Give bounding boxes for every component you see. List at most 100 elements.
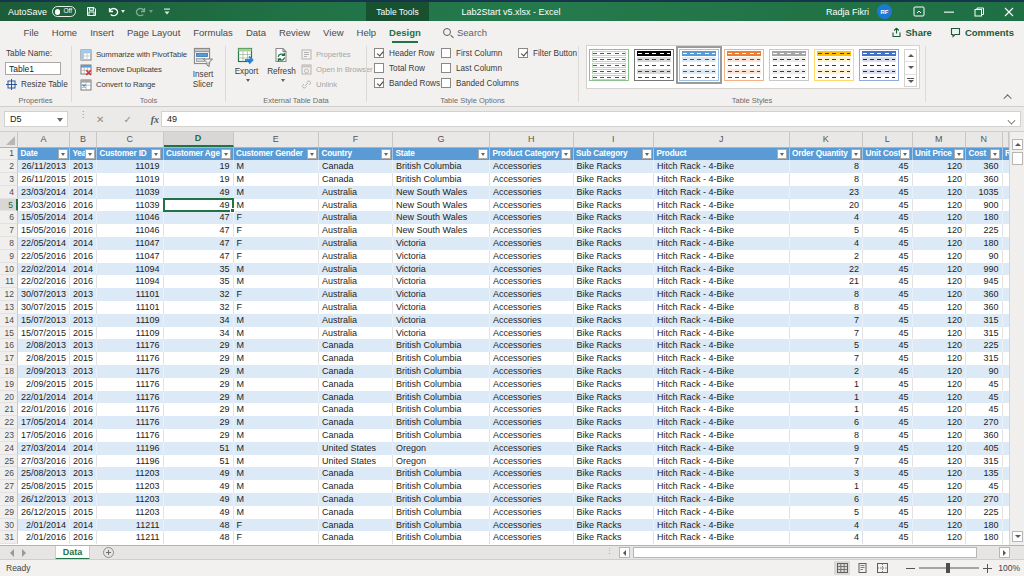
cell-N11[interactable]: 945	[966, 275, 1003, 288]
properties-button-disabled[interactable]: Properties	[301, 48, 351, 61]
cell-F9[interactable]: Australia	[319, 250, 393, 263]
cell-H6[interactable]: Accessories	[490, 211, 574, 224]
row-header-13[interactable]: 13	[0, 301, 18, 314]
row-header-30[interactable]: 30	[0, 519, 18, 532]
cell-G8[interactable]: Victoria	[393, 237, 490, 250]
checkbox-last-column[interactable]: Last Column	[441, 63, 502, 73]
cell-H26[interactable]: Accessories	[490, 467, 574, 480]
cell-I18[interactable]: Bike Racks	[574, 365, 655, 378]
cell-M4[interactable]: 120	[913, 186, 967, 199]
row-header-19[interactable]: 19	[0, 378, 18, 391]
cell-I28[interactable]: Bike Racks	[574, 493, 655, 506]
cell-K15[interactable]: 7	[790, 327, 864, 340]
cell-M19[interactable]: 120	[913, 378, 967, 391]
cell-G11[interactable]: Victoria	[393, 275, 490, 288]
filter-button-customer-age[interactable]	[221, 149, 231, 159]
cell-G27[interactable]: British Columbia	[393, 480, 490, 493]
cell-M17[interactable]: 120	[913, 352, 967, 365]
cell-N4[interactable]: 1035	[966, 186, 1003, 199]
cell-G17[interactable]: British Columbia	[393, 352, 490, 365]
table-name-input[interactable]	[5, 62, 61, 75]
cell-K30[interactable]: 4	[790, 519, 864, 532]
cell-F18[interactable]: Canada	[319, 365, 393, 378]
cell-L31[interactable]: 45	[863, 531, 913, 544]
filter-button-country[interactable]	[381, 149, 391, 159]
scroll-down-button[interactable]	[1012, 531, 1023, 542]
cell-B29[interactable]: 2015	[70, 506, 97, 519]
cell-C19[interactable]: 11176	[97, 378, 164, 391]
cell-N2[interactable]: 360	[966, 160, 1003, 173]
cell-I30[interactable]: Bike Racks	[574, 519, 655, 532]
cell-G9[interactable]: Victoria	[393, 250, 490, 263]
cell-J16[interactable]: Hitch Rack - 4-Bike	[654, 339, 790, 352]
cell-D3[interactable]: 19	[164, 173, 234, 186]
cell-L13[interactable]: 45	[863, 301, 913, 314]
cell-J31[interactable]: Hitch Rack - 4-Bike	[654, 531, 790, 544]
cell-J7[interactable]: Hitch Rack - 4-Bike	[654, 224, 790, 237]
cell-D18[interactable]: 29	[164, 365, 234, 378]
row-header-10[interactable]: 10	[0, 263, 18, 276]
cell-I25[interactable]: Bike Racks	[574, 455, 655, 468]
checkbox-first-column[interactable]: First Column	[441, 48, 502, 58]
cell-D16[interactable]: 29	[164, 339, 234, 352]
cell-F15[interactable]: Australia	[319, 327, 393, 340]
cell-L16[interactable]: 45	[863, 339, 913, 352]
cell-G15[interactable]: Victoria	[393, 327, 490, 340]
filter-button-unit-cost[interactable]	[900, 149, 910, 159]
cell-M27[interactable]: 120	[913, 480, 967, 493]
cell-K31[interactable]: 4	[790, 531, 864, 544]
cell-D8[interactable]: 47	[164, 237, 234, 250]
cell-D29[interactable]: 49	[164, 506, 234, 519]
customize-qat-button[interactable]	[163, 7, 171, 16]
cell-N12[interactable]: 360	[966, 288, 1003, 301]
row-header-18[interactable]: 18	[0, 365, 18, 378]
column-header-B[interactable]: B	[70, 132, 97, 147]
cell-I6[interactable]: Bike Racks	[574, 211, 655, 224]
cell-A27[interactable]: 25/08/2015	[18, 480, 70, 493]
cell-D12[interactable]: 32	[164, 288, 234, 301]
column-header-I[interactable]: I	[574, 132, 655, 147]
cell-F31[interactable]: Canada	[319, 531, 393, 544]
cell-K17[interactable]: 7	[790, 352, 864, 365]
cell-C17[interactable]: 11176	[97, 352, 164, 365]
cell-N22[interactable]: 270	[966, 416, 1003, 429]
cell-H27[interactable]: Accessories	[490, 480, 574, 493]
column-header-H[interactable]: H	[490, 132, 574, 147]
cell-M9[interactable]: 120	[913, 250, 967, 263]
cell-I26[interactable]: Bike Racks	[574, 467, 655, 480]
cell-N7[interactable]: 225	[966, 224, 1003, 237]
table-header-cell-cost[interactable]: Cost	[966, 148, 1003, 161]
save-button[interactable]	[86, 6, 97, 17]
column-header-D[interactable]: D	[164, 132, 234, 147]
cell-N5[interactable]: 900	[966, 199, 1003, 212]
cell-N20[interactable]: 45	[966, 391, 1003, 404]
cell-K6[interactable]: 4	[790, 211, 864, 224]
cell-I13[interactable]: Bike Racks	[574, 301, 655, 314]
cell-L11[interactable]: 45	[863, 275, 913, 288]
cell-I8[interactable]: Bike Racks	[574, 237, 655, 250]
cell-F21[interactable]: Canada	[319, 403, 393, 416]
gallery-scroll-up-button[interactable]	[905, 50, 916, 62]
column-header-K[interactable]: K	[790, 132, 864, 147]
row-header-6[interactable]: 6	[0, 211, 18, 224]
cell-G20[interactable]: British Columbia	[393, 391, 490, 404]
cell-G31[interactable]: British Columbia	[393, 531, 490, 544]
cell-A31[interactable]: 2/01/2016	[18, 531, 70, 544]
cell-M14[interactable]: 120	[913, 314, 967, 327]
row-header-9[interactable]: 9	[0, 250, 18, 263]
column-header-N[interactable]: N	[966, 132, 1003, 147]
cell-J20[interactable]: Hitch Rack - 4-Bike	[654, 391, 790, 404]
cell-L12[interactable]: 45	[863, 288, 913, 301]
cell-N21[interactable]: 45	[966, 403, 1003, 416]
cell-D11[interactable]: 35	[164, 275, 234, 288]
tab-help[interactable]: Help	[350, 21, 383, 43]
cell-G14[interactable]: Victoria	[393, 314, 490, 327]
cell-D24[interactable]: 51	[164, 442, 234, 455]
cell-B20[interactable]: 2014	[70, 391, 97, 404]
unlink-button-disabled[interactable]: Unlink	[301, 78, 337, 91]
tab-design[interactable]: Design	[383, 21, 428, 43]
cell-E21[interactable]: M	[234, 403, 320, 416]
cell-H31[interactable]: Accessories	[490, 531, 574, 544]
cell-G23[interactable]: British Columbia	[393, 429, 490, 442]
vertical-scrollbar[interactable]	[1009, 132, 1024, 545]
